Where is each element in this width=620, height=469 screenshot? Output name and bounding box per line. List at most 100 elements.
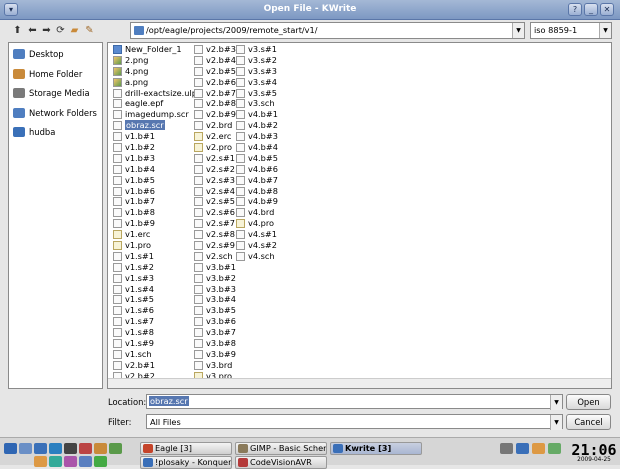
file-item[interactable]: v3.sch <box>234 98 278 109</box>
file-item[interactable]: v4.b#3 <box>234 131 278 142</box>
file-item[interactable]: v1.s#3 <box>111 273 197 284</box>
chevron-down-icon[interactable]: ▼ <box>599 23 611 38</box>
cancel-button[interactable]: Cancel <box>566 414 611 430</box>
browser-icon[interactable] <box>49 443 62 454</box>
task-kwrite[interactable]: Kwrite [3] <box>330 442 422 455</box>
file-item[interactable]: v4.sch <box>234 251 278 262</box>
file-item[interactable]: eagle.epf <box>111 98 197 109</box>
file-item[interactable]: v2.b#7 <box>192 88 236 99</box>
file-item[interactable]: v1.sch <box>111 349 197 360</box>
file-item[interactable]: v3.s#4 <box>234 77 278 88</box>
file-item[interactable]: v1.s#6 <box>111 305 197 316</box>
app-icon[interactable] <box>79 443 92 454</box>
file-item[interactable]: v3.b#8 <box>192 338 236 349</box>
tray-icon[interactable] <box>532 443 545 454</box>
sidebar-item-home-folder[interactable]: Home Folder <box>13 67 82 81</box>
file-item[interactable]: v2.b#3 <box>192 44 236 55</box>
file-item[interactable]: v2.s#1 <box>192 153 236 164</box>
file-item[interactable]: v1.b#5 <box>111 175 197 186</box>
file-item[interactable]: v2.brd <box>192 120 236 131</box>
filter-combobox[interactable]: All Files ▼ <box>146 414 563 430</box>
task-konqueror[interactable]: !plosaky - Konqueror <box>140 456 232 469</box>
file-item[interactable]: v1.s#7 <box>111 316 197 327</box>
file-item[interactable]: 2.png <box>111 55 197 66</box>
file-item[interactable]: v4.b#9 <box>234 196 278 207</box>
file-item[interactable]: v1.b#8 <box>111 207 197 218</box>
minimize-icon[interactable]: _ <box>584 3 598 16</box>
file-item[interactable]: v2.b#9 <box>192 109 236 120</box>
sidebar-item-desktop[interactable]: Desktop <box>13 47 64 61</box>
task-gimp[interactable]: GIMP - Basic Schem <box>235 442 327 455</box>
file-item[interactable]: v4.brd <box>234 207 278 218</box>
chevron-down-icon[interactable]: ▼ <box>550 395 562 410</box>
file-item[interactable]: v3.s#1 <box>234 44 278 55</box>
file-item[interactable]: v4.b#7 <box>234 175 278 186</box>
new-folder-icon[interactable]: ▰ <box>68 24 81 37</box>
file-item[interactable]: v2.erc <box>192 131 236 142</box>
app-icon[interactable] <box>94 443 107 454</box>
file-item[interactable]: v4.pro <box>234 218 278 229</box>
file-item[interactable]: v4.s#1 <box>234 229 278 240</box>
file-item[interactable]: v2.b#6 <box>192 77 236 88</box>
file-item[interactable]: v1.b#2 <box>111 142 197 153</box>
file-item[interactable]: 4.png <box>111 66 197 77</box>
task-codevision[interactable]: CodeVisionAVR <box>235 456 327 469</box>
tray-icon[interactable] <box>500 443 513 454</box>
file-item[interactable]: a.png <box>111 77 197 88</box>
chevron-down-icon[interactable]: ▼ <box>550 415 562 430</box>
sidebar-item-hudba[interactable]: hudba <box>13 125 55 139</box>
close-icon[interactable]: ✕ <box>600 3 614 16</box>
file-item[interactable]: v4.s#2 <box>234 240 278 251</box>
file-item[interactable]: v1.s#2 <box>111 262 197 273</box>
file-item[interactable]: v1.s#8 <box>111 327 197 338</box>
app-icon[interactable] <box>64 456 77 467</box>
kmenu-icon[interactable] <box>4 443 17 454</box>
up-arrow-icon[interactable]: ⬆ <box>11 24 24 37</box>
file-item[interactable]: v1.b#4 <box>111 164 197 175</box>
file-item[interactable]: New_Folder_1 <box>111 44 197 55</box>
file-item[interactable]: v2.s#4 <box>192 186 236 197</box>
file-item[interactable]: v1.b#3 <box>111 153 197 164</box>
location-input[interactable]: obraz.scr ▼ <box>146 394 563 410</box>
file-item[interactable]: v2.pro <box>192 142 236 153</box>
file-item[interactable]: v4.b#2 <box>234 120 278 131</box>
file-item[interactable]: v1.s#5 <box>111 294 197 305</box>
file-item[interactable]: drill-exactsize.ulp <box>111 88 197 99</box>
app-icon[interactable] <box>34 456 47 467</box>
file-item[interactable]: v1.b#9 <box>111 218 197 229</box>
file-item[interactable]: v2.s#8 <box>192 229 236 240</box>
file-item[interactable]: v1.s#4 <box>111 284 197 295</box>
sidebar-item-storage-media[interactable]: Storage Media <box>13 86 90 100</box>
show-desktop-icon[interactable] <box>19 443 32 454</box>
tray-icon[interactable] <box>548 443 561 454</box>
task-eagle[interactable]: Eagle [3] <box>140 442 232 455</box>
forward-arrow-icon[interactable]: ➡ <box>40 24 53 37</box>
file-item[interactable]: v1.s#9 <box>111 338 197 349</box>
file-item[interactable]: imagedump.scr <box>111 109 197 120</box>
title-bar[interactable]: ▾ Open File - KWrite ? _ ✕ <box>0 0 620 20</box>
file-item[interactable]: v4.b#1 <box>234 109 278 120</box>
file-item[interactable]: v1.s#1 <box>111 251 197 262</box>
file-item[interactable]: v2.sch <box>192 251 236 262</box>
back-arrow-icon[interactable]: ⬅ <box>26 24 39 37</box>
file-item[interactable]: v3.b#3 <box>192 284 236 295</box>
file-item[interactable]: v3.s#3 <box>234 66 278 77</box>
file-item[interactable]: v3.b#7 <box>192 327 236 338</box>
file-item[interactable]: v2.s#2 <box>192 164 236 175</box>
file-item[interactable]: v3.b#1 <box>192 262 236 273</box>
file-item[interactable]: v3.brd <box>192 360 236 371</box>
horizontal-scrollbar[interactable] <box>108 378 611 388</box>
file-item[interactable]: v1.b#7 <box>111 196 197 207</box>
file-item[interactable]: v4.b#4 <box>234 142 278 153</box>
sidebar-item-network-folders[interactable]: Network Folders <box>13 106 97 120</box>
file-item[interactable]: v2.s#6 <box>192 207 236 218</box>
configure-icon[interactable]: ✎ <box>83 24 96 37</box>
file-item[interactable]: v3.b#9 <box>192 349 236 360</box>
file-item[interactable]: v3.b#6 <box>192 316 236 327</box>
file-item[interactable]: v2.s#7 <box>192 218 236 229</box>
app-icon[interactable] <box>79 456 92 467</box>
file-item[interactable]: v4.b#6 <box>234 164 278 175</box>
open-button[interactable]: Open <box>566 394 611 410</box>
file-item[interactable]: v2.s#9 <box>192 240 236 251</box>
file-item[interactable]: v2.s#3 <box>192 175 236 186</box>
